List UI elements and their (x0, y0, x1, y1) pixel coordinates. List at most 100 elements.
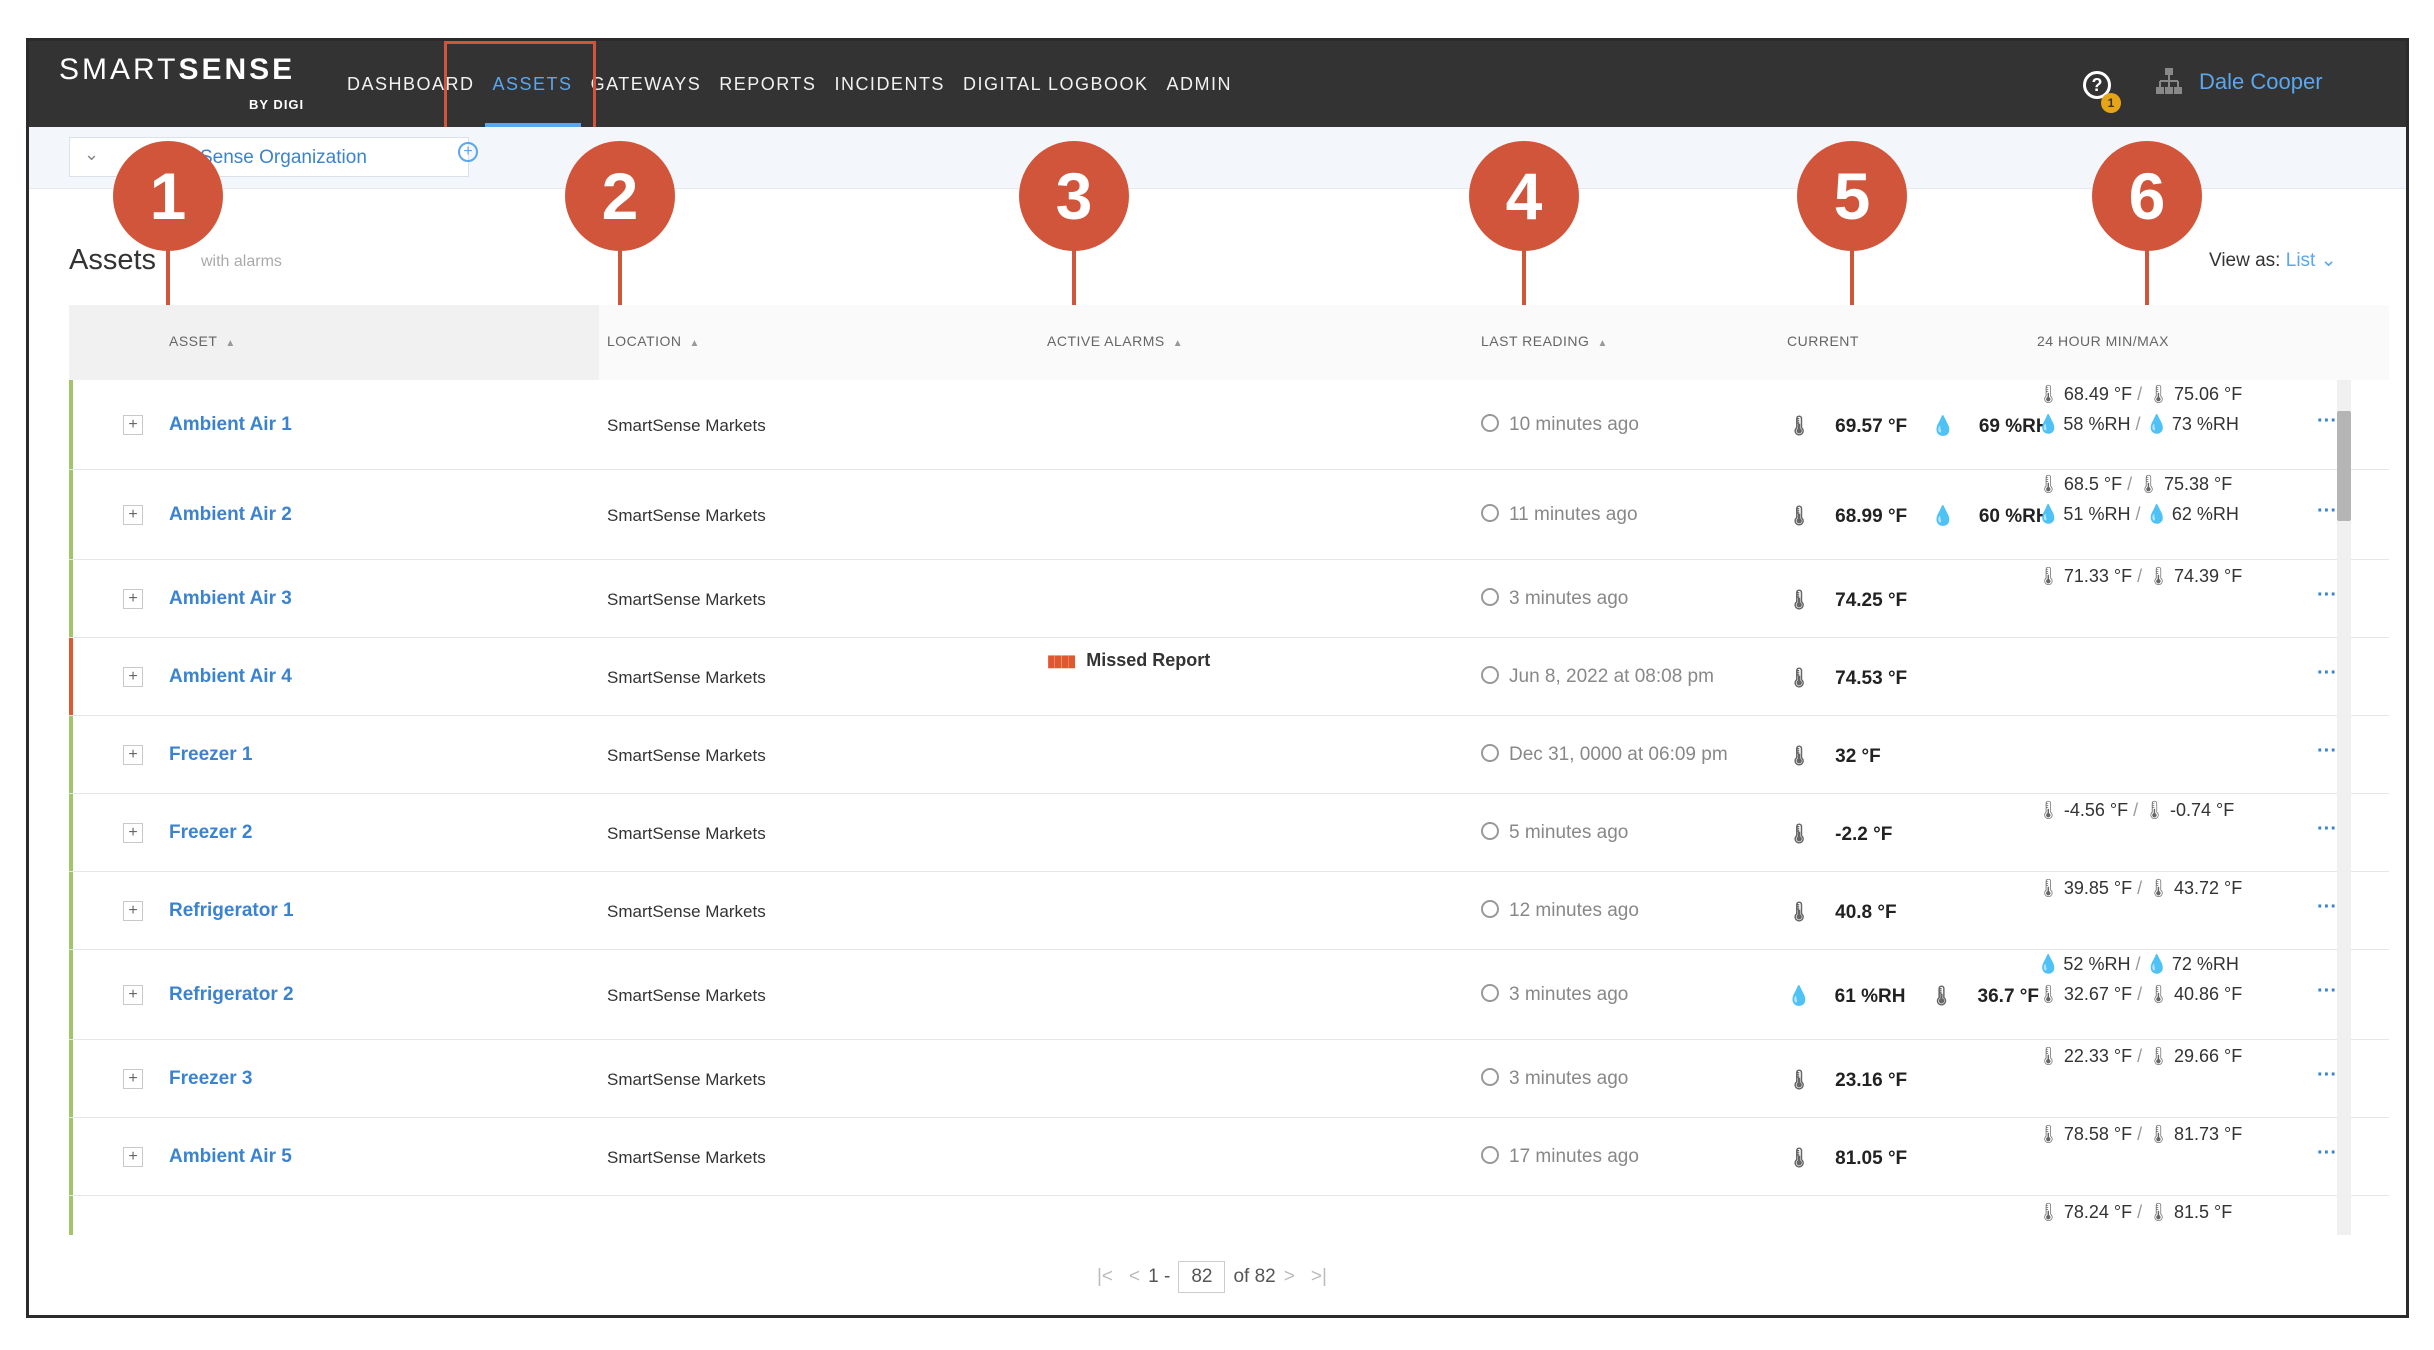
table-row[interactable]: 🌡 78.24 °F / 🌡 81.5 °F (69, 1196, 2389, 1235)
thermometer-icon: 🌡 (1787, 824, 1812, 845)
min-value: 68.5 °F (2063, 474, 2123, 494)
asset-name-link[interactable]: Ambient Air 2 (169, 504, 292, 526)
current-reading: 🌡 -2.2 °F (1787, 822, 1916, 846)
active-alarm[interactable]: ▮▮▮▮ Missed Report (1047, 650, 1210, 671)
chevron-down-icon[interactable]: ⌄ (2315, 250, 2337, 271)
column-location[interactable]: LOCATION ▲ (607, 333, 700, 349)
sort-icon[interactable]: ▲ (1597, 338, 1607, 349)
last-page-icon[interactable]: >| (1311, 1266, 1327, 1288)
chevron-down-icon[interactable]: ⌄ (84, 144, 99, 165)
row-actions-icon[interactable]: ··· (2317, 896, 2337, 919)
asset-name-link[interactable]: Freezer 3 (169, 1068, 252, 1090)
row-actions-icon[interactable]: ··· (2317, 1064, 2337, 1087)
previous-page-icon[interactable]: < (1129, 1266, 1140, 1288)
expand-row-icon[interactable]: + (123, 667, 143, 687)
smartsense-logo[interactable]: SMARTSENSE BY DIGI (59, 53, 303, 112)
expand-row-icon[interactable]: + (123, 745, 143, 765)
asset-name-link[interactable]: Freezer 1 (169, 744, 252, 766)
row-actions-icon[interactable]: ··· (2317, 410, 2337, 433)
row-actions-icon[interactable]: ··· (2317, 662, 2337, 685)
assets-tab-highlight (444, 41, 596, 135)
thermometer-icon: 🌡 (1787, 506, 1812, 527)
asset-name-link[interactable]: Ambient Air 3 (169, 588, 292, 610)
user-menu[interactable]: Dale Cooper (2199, 69, 2323, 95)
nav-reports[interactable]: REPORTS (719, 41, 816, 127)
expand-row-icon[interactable]: + (123, 1069, 143, 1089)
row-actions-icon[interactable]: ··· (2317, 584, 2337, 607)
table-row[interactable]: + Ambient Air 5 SmartSense Markets 17 minut… (69, 1118, 2389, 1196)
max-value: 72 %RH (2171, 954, 2239, 974)
table-row[interactable]: + Ambient Air 3 SmartSense Markets 3 minute… (69, 560, 2389, 638)
view-as-value[interactable]: List (2286, 250, 2316, 271)
row-status-bar (69, 1040, 73, 1117)
thermometer-icon: 🌡 (2037, 1202, 2060, 1222)
table-row[interactable]: + Freezer 1 SmartSense Markets Dec 31, 0000… (69, 716, 2389, 794)
scrollbar-thumb[interactable] (2337, 411, 2351, 521)
asset-location: SmartSense Markets (607, 902, 766, 921)
current-value: 32 °F (1835, 746, 1881, 767)
table-row[interactable]: + Ambient Air 1 SmartSense Markets 10 minut… (69, 380, 2389, 470)
table-row[interactable]: + Refrigerator 1 SmartSense Markets 12 minu… (69, 872, 2389, 950)
top-navigation-bar: SMARTSENSE BY DIGI DASHBOARD ASSETS GATE… (29, 41, 2406, 127)
row-status-bar (69, 716, 73, 793)
thermometer-icon: 🌡 (1787, 1148, 1812, 1169)
current-value: 36.7 °F (1977, 986, 2040, 1007)
alarm-filter-label[interactable]: with alarms (201, 253, 282, 271)
row-actions-icon[interactable]: ··· (2317, 740, 2337, 763)
column-last-reading[interactable]: LAST READING ▲ (1481, 333, 1608, 349)
sort-icon[interactable]: ▲ (1173, 338, 1183, 349)
expand-row-icon[interactable]: + (123, 505, 143, 525)
table-row[interactable]: + Freezer 2 SmartSense Markets 5 minutes ag… (69, 794, 2389, 872)
min-value: 51 %RH (2063, 504, 2131, 524)
nav-gateways[interactable]: GATEWAYS (591, 41, 702, 127)
expand-row-icon[interactable]: + (123, 823, 143, 843)
table-row[interactable]: + Freezer 3 SmartSense Markets 3 minutes ag… (69, 1040, 2389, 1118)
organization-name[interactable]: Sense Organization (200, 147, 367, 169)
asset-name-link[interactable]: Refrigerator 1 (169, 900, 294, 922)
asset-name-link[interactable]: Freezer 2 (169, 822, 252, 844)
sort-icon[interactable]: ▲ (690, 338, 700, 349)
expand-row-icon[interactable]: + (123, 901, 143, 921)
expand-row-icon[interactable]: + (123, 589, 143, 609)
table-row[interactable]: + Ambient Air 2 SmartSense Markets 11 minut… (69, 470, 2389, 560)
row-actions-icon[interactable]: ··· (2317, 818, 2337, 841)
page-size-input[interactable]: 82 (1178, 1261, 1226, 1293)
view-as-selector[interactable]: View as: List ⌄ (2209, 249, 2337, 272)
asset-location: SmartSense Markets (607, 986, 766, 1005)
org-hierarchy-icon[interactable] (2155, 67, 2183, 97)
clock-icon (1481, 984, 1499, 1002)
column-asset[interactable]: ASSET ▲ (169, 333, 236, 349)
callout-stem-3 (1072, 249, 1076, 305)
sort-icon[interactable]: ▲ (225, 338, 235, 349)
thermometer-icon: 🌡 (2037, 1046, 2060, 1066)
asset-name-link[interactable]: Refrigerator 2 (169, 984, 294, 1006)
column-active-alarms[interactable]: ACTIVE ALARMS ▲ (1047, 333, 1183, 349)
asset-name-link[interactable]: Ambient Air 4 (169, 666, 292, 688)
table-row[interactable]: + Ambient Air 4 SmartSense Markets Jun 8, 2… (69, 638, 2389, 716)
min-max-values: 💧 51 %RH / 💧 62 %RH (2037, 504, 2239, 524)
first-page-icon[interactable]: |< (1097, 1266, 1113, 1288)
expand-row-icon[interactable]: + (123, 985, 143, 1005)
asset-location: SmartSense Markets (607, 506, 766, 525)
table-row[interactable]: + Refrigerator 2 SmartSense Markets 3 minut… (69, 950, 2389, 1040)
thermometer-icon: 🌡 (2037, 800, 2060, 820)
nav-admin[interactable]: ADMIN (1167, 41, 1233, 127)
expand-row-icon[interactable]: + (123, 415, 143, 435)
last-reading: 3 minutes ago (1481, 984, 1628, 1006)
row-actions-icon[interactable]: ··· (2317, 500, 2337, 523)
missed-report-icon: ▮▮▮▮ (1047, 653, 1076, 670)
asset-name-link[interactable]: Ambient Air 1 (169, 414, 292, 436)
asset-name-link[interactable]: Ambient Air 5 (169, 1146, 292, 1168)
max-value: 75.06 °F (2173, 384, 2243, 404)
min-value: 68.49 °F (2063, 384, 2133, 404)
row-actions-icon[interactable]: ··· (2317, 1142, 2337, 1165)
row-actions-icon[interactable]: ··· (2317, 980, 2337, 1003)
add-organization-icon[interactable]: + (458, 142, 478, 162)
column-current: CURRENT (1787, 333, 1859, 349)
clock-icon (1481, 744, 1499, 762)
expand-row-icon[interactable]: + (123, 1147, 143, 1167)
row-status-bar (69, 380, 73, 469)
nav-incidents[interactable]: INCIDENTS (834, 41, 945, 127)
nav-digital-logbook[interactable]: DIGITAL LOGBOOK (963, 41, 1149, 127)
next-page-icon[interactable]: > (1284, 1266, 1295, 1288)
